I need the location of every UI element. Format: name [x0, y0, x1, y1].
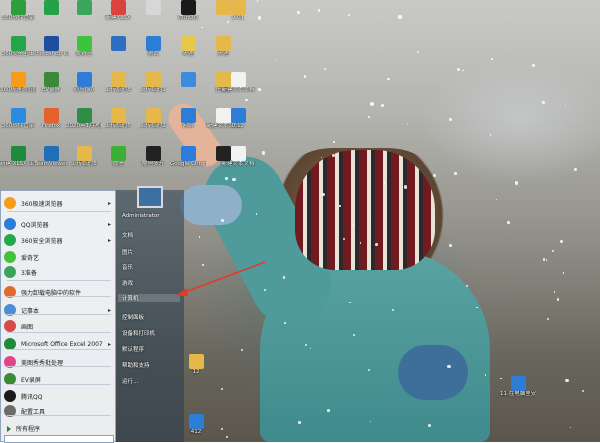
annotation-arrow-shaft [179, 261, 266, 295]
annotation-arrow [176, 261, 266, 296]
annotation-arrow-head [176, 288, 188, 296]
